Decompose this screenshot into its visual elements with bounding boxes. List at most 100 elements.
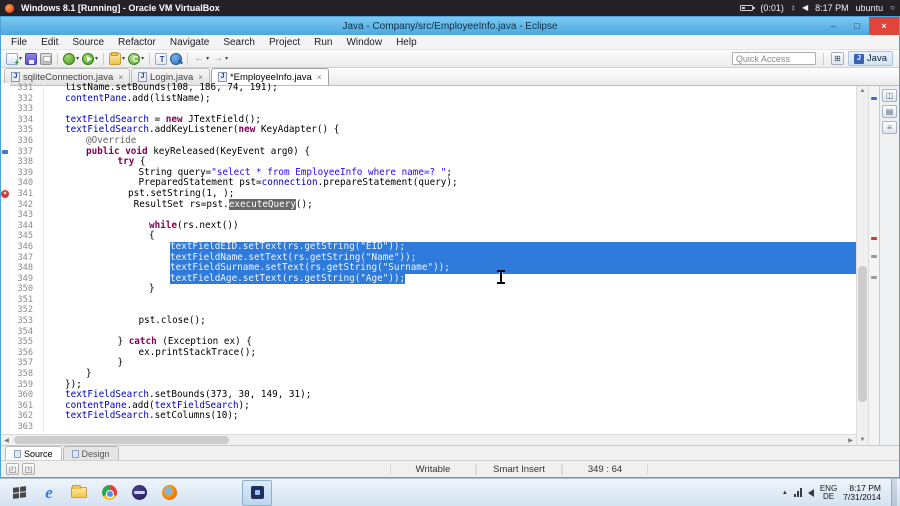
- power-icon[interactable]: ○: [890, 3, 895, 13]
- horizontal-scroll-thumb[interactable]: [14, 436, 229, 444]
- host-clock[interactable]: 8:17 PM: [815, 3, 849, 13]
- new-project-button[interactable]: ▾: [108, 51, 126, 66]
- language-indicator[interactable]: ENG DE: [820, 484, 837, 501]
- overview-marker[interactable]: [871, 236, 877, 240]
- menu-search[interactable]: Search: [216, 37, 262, 48]
- battery-icon[interactable]: [740, 5, 756, 11]
- close-tab-icon[interactable]: ×: [118, 73, 123, 82]
- close-button[interactable]: ×: [869, 17, 899, 35]
- volume-tray-icon[interactable]: [807, 488, 814, 497]
- host-user[interactable]: ubuntu: [856, 3, 884, 13]
- forward-button[interactable]: ▾: [211, 52, 229, 66]
- open-type-button[interactable]: [154, 52, 168, 66]
- quick-access-input[interactable]: Quick Access: [731, 52, 816, 65]
- menu-project[interactable]: Project: [262, 37, 307, 48]
- overview-marker[interactable]: [871, 96, 877, 100]
- minimized-view-icon[interactable]: ◳: [22, 463, 35, 475]
- bottom-tab-source[interactable]: Source: [5, 446, 62, 460]
- title-bar[interactable]: Java - Company/src/EmployeeInfo.java - E…: [1, 17, 899, 35]
- code-line[interactable]: 344 while(rs.next()): [1, 220, 856, 232]
- menu-file[interactable]: File: [4, 37, 34, 48]
- line-number: 352: [17, 305, 33, 316]
- horizontal-scrollbar[interactable]: ◀ ▶: [1, 434, 856, 445]
- java-perspective-button[interactable]: J Java: [847, 51, 893, 66]
- scroll-left-icon[interactable]: ◀: [1, 435, 12, 445]
- java-perspective-label: Java: [866, 53, 887, 64]
- code-line[interactable]: 345 {: [1, 231, 856, 242]
- new-button[interactable]: ▾: [5, 52, 23, 67]
- code-line[interactable]: 349 textFieldAge.setText(rs.getString("Ag…: [1, 273, 856, 285]
- volume-icon[interactable]: ◀: [802, 3, 808, 13]
- code-line[interactable]: 346 textFieldEID.setText(rs.getString("EI…: [1, 241, 856, 253]
- overview-marker[interactable]: [871, 276, 877, 280]
- menu-navigate[interactable]: Navigate: [163, 37, 216, 48]
- menu-source[interactable]: Source: [65, 37, 111, 48]
- save-button[interactable]: [24, 52, 38, 66]
- annotation-ruler: [1, 263, 10, 274]
- code-line[interactable]: 351: [1, 294, 856, 306]
- vertical-scrollbar[interactable]: ▲ ▼: [856, 86, 868, 445]
- code-line[interactable]: 357}: [1, 358, 856, 370]
- folding-column: [36, 178, 44, 189]
- back-button[interactable]: ▾: [192, 52, 210, 66]
- hidden-icons-arrow[interactable]: ▲: [782, 490, 788, 496]
- status-writable: Writable: [390, 463, 476, 475]
- debug-button[interactable]: ▾: [62, 52, 80, 66]
- menu-help[interactable]: Help: [389, 37, 424, 48]
- code-line[interactable]: 355} catch (Exception ex) {: [1, 336, 856, 348]
- error-marker-icon[interactable]: ×: [1, 189, 9, 198]
- code-line[interactable]: 363: [1, 422, 856, 433]
- task-list-view-icon[interactable]: ▤: [882, 105, 897, 118]
- minimize-button[interactable]: –: [821, 17, 845, 35]
- restore-views-icon[interactable]: ◫: [882, 89, 897, 102]
- taskbar-chrome-button[interactable]: [94, 480, 124, 506]
- editor-area: 331 listName.setBounds(108, 186, 74, 191)…: [1, 83, 899, 445]
- page-mini-icon: [14, 449, 21, 458]
- status-insert-mode[interactable]: Smart Insert: [476, 463, 562, 475]
- taskbar-eclipse-button[interactable]: [124, 480, 154, 506]
- code-line[interactable]: 352: [1, 305, 856, 317]
- close-tab-icon[interactable]: ×: [317, 73, 322, 82]
- maximize-button[interactable]: □: [845, 17, 869, 35]
- code-lines[interactable]: 331 listName.setBounds(108, 186, 74, 191)…: [1, 83, 856, 434]
- overview-ruler[interactable]: [868, 86, 879, 445]
- scroll-right-icon[interactable]: ▶: [845, 435, 856, 445]
- scroll-up-icon[interactable]: ▲: [857, 86, 868, 96]
- taskbar-file-explorer-button[interactable]: [64, 480, 94, 506]
- network-icon[interactable]: [793, 488, 802, 497]
- menu-refactor[interactable]: Refactor: [111, 37, 163, 48]
- run-button[interactable]: ▾: [81, 52, 99, 66]
- print-button[interactable]: [39, 52, 53, 66]
- menu-run[interactable]: Run: [307, 37, 339, 48]
- search-button[interactable]: [169, 52, 183, 66]
- taskbar-running-app-button[interactable]: [242, 479, 272, 506]
- vertical-scroll-thumb[interactable]: [858, 265, 867, 402]
- network-updown-icon[interactable]: ↕: [791, 3, 795, 13]
- code-line[interactable]: 342 ResultSet rs=pst.executeQuery();: [1, 198, 856, 211]
- folding-column: [36, 305, 44, 317]
- scroll-down-icon[interactable]: ▼: [857, 435, 868, 445]
- code-line[interactable]: 356 ex.printStackTrace();: [1, 347, 856, 359]
- close-tab-icon[interactable]: ×: [198, 73, 203, 82]
- minimized-view-icon[interactable]: ◰: [6, 463, 19, 475]
- taskbar-start-button[interactable]: [4, 480, 34, 506]
- open-perspective-icon[interactable]: ⊞: [830, 52, 844, 65]
- new-class-button[interactable]: ▾: [127, 52, 145, 66]
- taskbar-clock[interactable]: 8:17 PM 7/31/2014: [843, 483, 881, 502]
- code-line[interactable]: 358}: [1, 368, 856, 380]
- code-line[interactable]: 350}: [1, 283, 856, 295]
- code-line[interactable]: 353 pst.close();: [1, 315, 856, 327]
- code-line[interactable]: 332 contentPane.add(listName);: [1, 93, 856, 105]
- code-line[interactable]: 362 textFieldSearch.setColumns(10);: [1, 411, 856, 422]
- taskbar-firefox-button[interactable]: [154, 480, 184, 506]
- code-line[interactable]: 343: [1, 210, 856, 221]
- taskbar-internet-explorer-button[interactable]: e: [34, 480, 64, 506]
- overview-marker[interactable]: [871, 254, 877, 258]
- menu-edit[interactable]: Edit: [34, 37, 65, 48]
- bottom-tab-design[interactable]: Design: [62, 446, 119, 460]
- code-line[interactable]: 348 textFieldSurname.setText(rs.getString…: [1, 262, 856, 274]
- outline-view-icon[interactable]: ≡: [882, 121, 897, 134]
- java-file-icon: J: [217, 72, 227, 82]
- show-desktop-button[interactable]: [891, 479, 897, 506]
- menu-window[interactable]: Window: [339, 37, 389, 48]
